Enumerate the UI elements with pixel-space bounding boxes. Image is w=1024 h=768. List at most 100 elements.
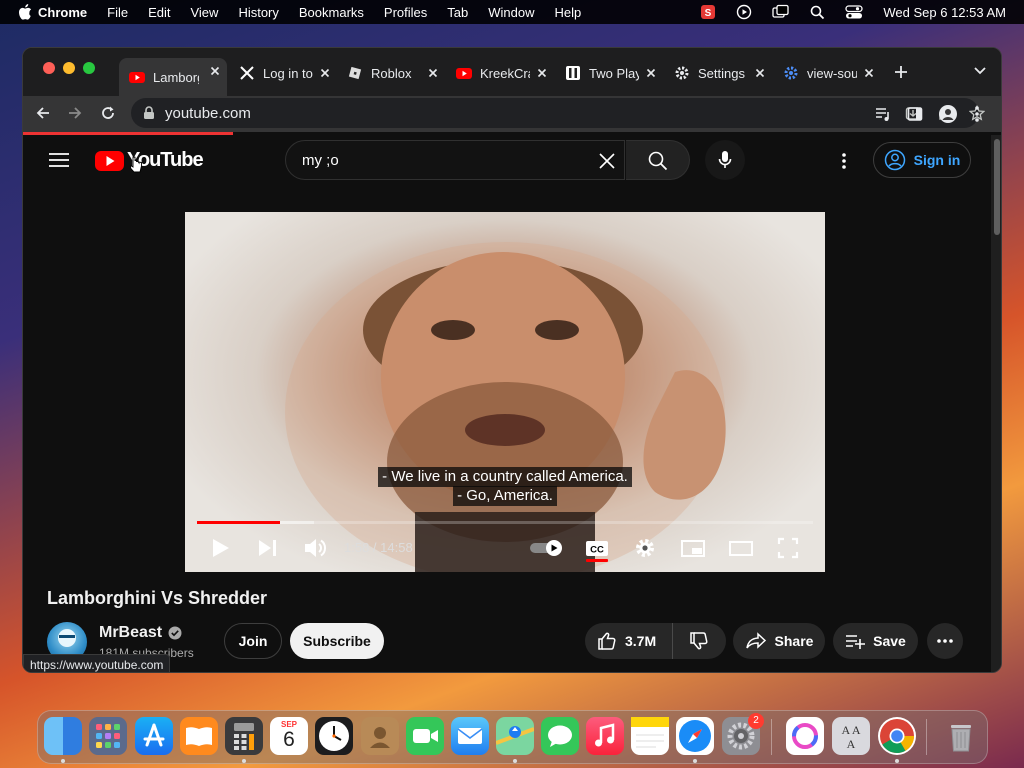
- chrome-menu-icon[interactable]: [974, 105, 980, 123]
- chrome-icon[interactable]: [878, 717, 916, 755]
- menubar-clock[interactable]: Wed Sep 6 12:53 AM: [883, 5, 1006, 20]
- play-status-icon[interactable]: [736, 4, 752, 20]
- finder-icon[interactable]: [44, 717, 82, 755]
- messages-icon[interactable]: [541, 717, 579, 755]
- join-label: Join: [238, 633, 268, 649]
- tab-label: Two Player: [589, 65, 639, 81]
- like-button[interactable]: 3.7M: [585, 623, 673, 659]
- menu-profiles[interactable]: Profiles: [384, 5, 427, 20]
- tab-two-player[interactable]: Two Player: [555, 60, 663, 86]
- more-options-icon[interactable]: [841, 152, 847, 170]
- tab-kreekcraft[interactable]: KreekCraft: [446, 60, 554, 86]
- apple-menu-icon[interactable]: [0, 4, 38, 20]
- more-actions-button[interactable]: [927, 623, 963, 659]
- settings-gear-icon[interactable]: [633, 534, 657, 562]
- save-button[interactable]: Save: [833, 623, 918, 659]
- menu-file[interactable]: File: [107, 5, 128, 20]
- calculator-icon[interactable]: [225, 717, 263, 755]
- launchpad-icon[interactable]: [89, 717, 127, 755]
- closed-captions-icon[interactable]: CC: [585, 534, 609, 562]
- clock-icon[interactable]: [315, 717, 353, 755]
- tab-log-in[interactable]: Log in to: [229, 60, 337, 86]
- reload-icon[interactable]: [100, 105, 116, 121]
- tab-settings[interactable]: Settings: [664, 60, 772, 86]
- dislike-button[interactable]: [673, 623, 725, 659]
- trash-icon[interactable]: [942, 717, 980, 755]
- next-video-icon[interactable]: [257, 534, 279, 562]
- menu-tab[interactable]: Tab: [447, 5, 468, 20]
- app-store-icon[interactable]: [135, 717, 173, 755]
- close-tab-icon[interactable]: [752, 65, 768, 81]
- contacts-icon[interactable]: [361, 717, 399, 755]
- status-s-icon[interactable]: S: [700, 4, 716, 20]
- channel-name-row[interactable]: MrBeast: [99, 624, 182, 642]
- safari-icon[interactable]: [676, 717, 714, 755]
- youtube-play-logo-icon: [95, 150, 125, 172]
- close-tab-icon[interactable]: [317, 65, 333, 81]
- close-tab-icon[interactable]: [207, 63, 223, 79]
- play-button[interactable]: [211, 534, 231, 562]
- close-tab-icon[interactable]: [643, 65, 659, 81]
- zoom-window-button[interactable]: [83, 62, 95, 74]
- control-center-icon[interactable]: [845, 4, 864, 20]
- minimize-window-button[interactable]: [63, 62, 75, 74]
- media-control-icon[interactable]: [875, 106, 891, 122]
- screen-mirror-icon[interactable]: [772, 4, 790, 20]
- notes-icon[interactable]: [631, 717, 669, 755]
- voice-search-button[interactable]: [705, 140, 745, 180]
- search-button[interactable]: [626, 140, 690, 180]
- video-progress-bar[interactable]: [197, 521, 813, 524]
- menu-edit[interactable]: Edit: [148, 5, 170, 20]
- address-bar[interactable]: youtube.com: [131, 98, 985, 128]
- miniplayer-icon[interactable]: [680, 534, 706, 562]
- hamburger-menu-icon[interactable]: [49, 152, 69, 168]
- profile-icon[interactable]: [939, 105, 957, 123]
- scrollbar-thumb[interactable]: [994, 139, 1000, 235]
- theater-mode-icon[interactable]: [728, 534, 754, 562]
- autoplay-toggle-icon[interactable]: [529, 534, 565, 562]
- font-book-icon[interactable]: A AA: [832, 717, 870, 755]
- tab-strip: Lamborghini Log in to Roblox KreekCraft …: [23, 48, 1001, 96]
- forward-arrow-icon[interactable]: [67, 105, 83, 121]
- site-info-icon[interactable]: [143, 106, 155, 120]
- search-input[interactable]: my ;o: [285, 140, 625, 180]
- tab-roblox[interactable]: Roblox: [337, 60, 445, 86]
- polaris-office-icon[interactable]: [786, 717, 824, 755]
- menu-chrome[interactable]: Chrome: [38, 5, 87, 20]
- video-player[interactable]: - We live in a country called America. -…: [185, 212, 825, 572]
- tab-view-source[interactable]: view-source: [773, 60, 881, 86]
- menu-history[interactable]: History: [238, 5, 278, 20]
- caption-line-1-wrap: - We live in a country called America.: [185, 467, 825, 487]
- menu-window[interactable]: Window: [488, 5, 534, 20]
- join-button[interactable]: Join: [224, 623, 282, 659]
- close-tab-icon[interactable]: [861, 65, 877, 81]
- sign-in-button[interactable]: Sign in: [873, 142, 971, 178]
- volume-icon[interactable]: [303, 534, 327, 562]
- spotlight-search-icon[interactable]: [810, 5, 825, 20]
- clear-search-icon[interactable]: [598, 152, 616, 170]
- youtube-logo[interactable]: YouTube: [95, 149, 204, 172]
- page-scrollbar[interactable]: [991, 135, 1001, 672]
- books-icon[interactable]: [180, 717, 218, 755]
- back-arrow-icon[interactable]: [35, 105, 51, 121]
- maps-icon[interactable]: [496, 717, 534, 755]
- menu-view[interactable]: View: [190, 5, 218, 20]
- fullscreen-icon[interactable]: [777, 534, 799, 562]
- tab-lamborghini[interactable]: Lamborghini: [119, 58, 227, 96]
- close-window-button[interactable]: [43, 62, 55, 74]
- tab-search-chevron-icon[interactable]: [973, 66, 987, 76]
- side-panel-icon[interactable]: [907, 106, 923, 122]
- mail-icon[interactable]: [451, 717, 489, 755]
- subscribe-button[interactable]: Subscribe: [290, 623, 384, 659]
- verified-check-icon: [168, 626, 182, 640]
- facetime-icon[interactable]: [406, 717, 444, 755]
- close-tab-icon[interactable]: [534, 65, 550, 81]
- menu-help[interactable]: Help: [555, 5, 582, 20]
- macos-dock: SEP 6 2 A AA: [37, 710, 988, 764]
- close-tab-icon[interactable]: [425, 65, 441, 81]
- share-button[interactable]: Share: [733, 623, 825, 659]
- menu-bookmarks[interactable]: Bookmarks: [299, 5, 364, 20]
- music-icon[interactable]: [586, 717, 624, 755]
- calendar-icon[interactable]: SEP 6: [270, 717, 308, 755]
- new-tab-icon[interactable]: [893, 64, 909, 80]
